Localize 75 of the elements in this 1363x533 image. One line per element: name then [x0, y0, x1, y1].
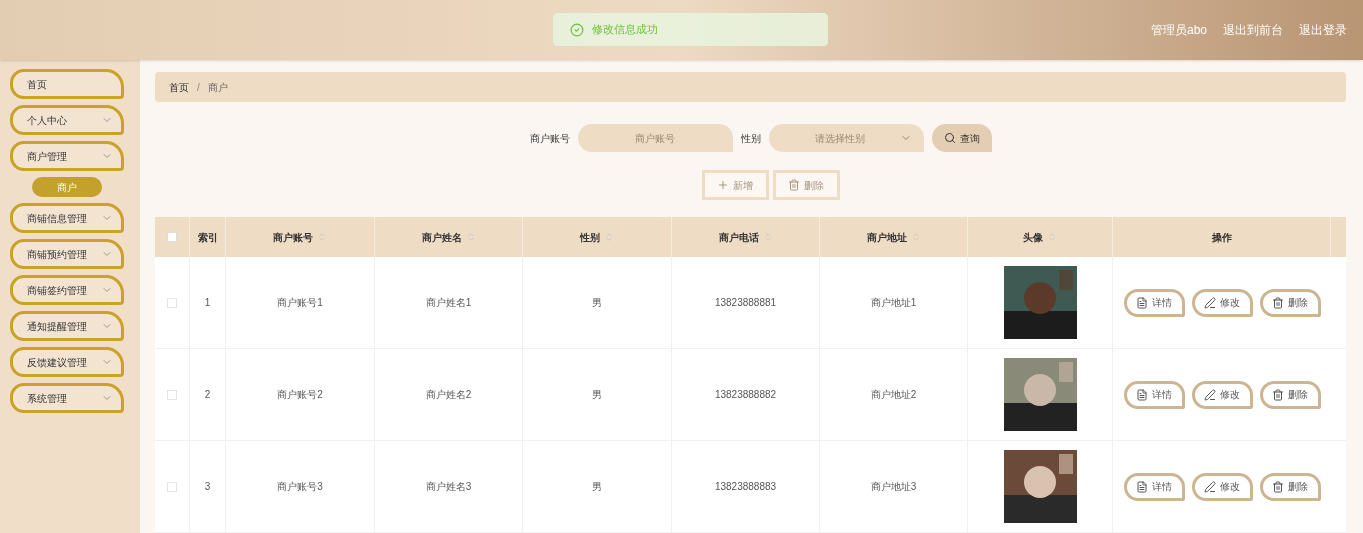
checkbox[interactable] — [167, 297, 177, 308]
edit-button[interactable]: 修改 — [1191, 288, 1253, 317]
sort-icon[interactable] — [910, 232, 921, 242]
plus-icon — [717, 179, 729, 191]
trash-icon — [1272, 296, 1284, 309]
checkbox[interactable] — [167, 232, 177, 242]
edit-button[interactable]: 修改 — [1191, 380, 1253, 409]
sidebar-item[interactable]: 通知提醒管理 — [10, 311, 124, 341]
sort-icon[interactable] — [604, 232, 614, 242]
table-cell-text: 13823888883 — [714, 480, 777, 494]
check-icon — [570, 22, 584, 37]
table-cell-text: 1 — [204, 296, 211, 310]
column-header: 头像 — [1023, 230, 1043, 245]
sort-icon[interactable] — [465, 232, 476, 242]
sidebar-item[interactable]: 商铺信息管理 — [10, 203, 124, 233]
trash-icon — [1272, 388, 1284, 401]
sort-icon[interactable] — [762, 232, 773, 242]
column-header: 商户地址 — [866, 230, 907, 245]
edit-button[interactable]: 修改 — [1191, 472, 1253, 501]
search-button[interactable]: 查询 — [931, 124, 992, 152]
detail-button[interactable]: 详情 — [1123, 472, 1185, 501]
delete-button[interactable]: 删除 — [1259, 288, 1321, 317]
sidebar-item[interactable]: 反馈建议管理 — [10, 347, 124, 377]
table-cell-text: 商户姓名2 — [425, 388, 472, 402]
detail-button[interactable]: 详情 — [1123, 380, 1185, 409]
column-header: 操作 — [1211, 230, 1232, 245]
table-cell-text: 13823888881 — [714, 296, 777, 310]
sidebar-item[interactable]: 商铺预约管理 — [10, 239, 124, 269]
column-header: 性别 — [580, 230, 600, 245]
trash-icon — [1272, 480, 1284, 493]
checkbox[interactable] — [167, 389, 177, 400]
table-cell-text: 男 — [592, 388, 602, 402]
column-header: 商户姓名 — [421, 230, 462, 245]
column-header: 商户电话 — [718, 230, 759, 245]
pen-icon — [1204, 388, 1216, 401]
delete-button[interactable]: 删除 — [1259, 472, 1321, 501]
table-cell-text: 商户姓名3 — [425, 480, 472, 494]
table-cell-text: 商户地址1 — [870, 296, 917, 310]
sort-icon[interactable] — [317, 232, 327, 242]
table-cell-text: 商户账号2 — [277, 388, 323, 402]
toast-message: 修改信息成功 — [592, 22, 658, 38]
detail-button[interactable]: 详情 — [1123, 288, 1185, 317]
document-icon — [1136, 296, 1148, 309]
table-cell-text: 商户账号1 — [277, 296, 323, 310]
checkbox[interactable] — [167, 481, 177, 492]
document-icon — [1136, 388, 1148, 401]
field-label: 性别 — [740, 131, 761, 146]
sidebar-item[interactable]: 系统管理 — [10, 383, 124, 413]
breadcrumb-link[interactable]: 商户 — [207, 79, 228, 95]
sort-icon[interactable] — [1047, 232, 1057, 242]
input-field[interactable]: 商户账号 — [577, 124, 733, 152]
sidebar-item[interactable]: 商户管理 — [10, 141, 124, 171]
breadcrumb-separator: / — [197, 80, 200, 95]
trash-icon — [788, 179, 800, 191]
table-cell-text: 商户账号3 — [277, 480, 323, 494]
table-cell-text: 男 — [592, 296, 602, 310]
pen-icon — [1204, 480, 1216, 493]
sidebar-item[interactable]: 首页 — [10, 69, 124, 99]
table-cell-text: 商户地址2 — [870, 388, 917, 402]
table-cell-text: 13823888882 — [714, 388, 777, 402]
delete-button[interactable]: 删除 — [1259, 380, 1321, 409]
table-cell-text: 商户地址3 — [870, 480, 917, 494]
breadcrumb-link[interactable]: 首页 — [169, 79, 189, 95]
document-icon — [1136, 480, 1148, 493]
column-header: 商户账号 — [273, 230, 313, 245]
table-cell-text: 3 — [204, 480, 211, 494]
search-icon — [943, 132, 956, 144]
sidebar-item[interactable]: 商铺签约管理 — [10, 275, 124, 305]
field-label: 商户账号 — [529, 131, 570, 146]
table-cell-text: 商户姓名1 — [425, 296, 472, 310]
table-cell-text: 2 — [204, 388, 211, 402]
pen-icon — [1204, 296, 1216, 309]
sidebar-item[interactable]: 个人中心 — [10, 105, 124, 135]
table-cell-text: 男 — [592, 480, 602, 494]
column-header: 索引 — [197, 230, 218, 245]
